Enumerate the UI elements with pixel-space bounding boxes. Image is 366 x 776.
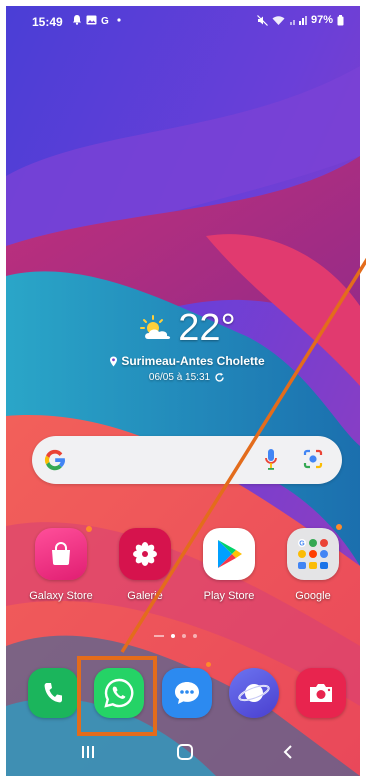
status-notification-icons: G bbox=[72, 14, 123, 25]
app-label: Galaxy Store bbox=[29, 590, 93, 602]
battery-icon bbox=[337, 14, 344, 25]
app-label: Google bbox=[295, 590, 331, 602]
status-system-icons: 97% bbox=[257, 14, 344, 26]
gallery-icon bbox=[86, 15, 97, 24]
page-dot bbox=[193, 634, 197, 638]
page-dot-active bbox=[171, 634, 175, 638]
message-icon bbox=[175, 682, 199, 704]
page-indicator-home-line bbox=[154, 635, 164, 637]
mute-icon bbox=[257, 14, 268, 26]
app-galaxy-store[interactable]: Galaxy Store bbox=[22, 528, 100, 612]
page-indicator bbox=[154, 634, 197, 638]
page-dot bbox=[182, 634, 186, 638]
svg-text:G: G bbox=[299, 541, 305, 548]
alarm-icon bbox=[73, 15, 81, 25]
signal-icon bbox=[289, 15, 307, 25]
folder-apps-grid-icon: G bbox=[298, 539, 328, 569]
status-time: 15:49 bbox=[32, 15, 63, 29]
refresh-icon[interactable] bbox=[214, 372, 225, 383]
app-icon-galaxy-store bbox=[35, 528, 87, 580]
phone-screen: 15:49 G 97% 22° Surimeau-Antes Cholette … bbox=[0, 0, 366, 776]
notification-badge bbox=[206, 662, 211, 667]
battery-percentage: 97% bbox=[310, 14, 333, 26]
svg-text:G: G bbox=[101, 16, 109, 25]
play-icon bbox=[218, 540, 242, 568]
weather-temperature: 22° bbox=[178, 307, 236, 349]
home-icon[interactable] bbox=[176, 744, 194, 760]
dock-camera-app[interactable] bbox=[296, 668, 346, 718]
app-folder-google[interactable]: G Google bbox=[274, 528, 352, 612]
google-g-icon bbox=[44, 449, 65, 471]
dot-icon bbox=[117, 17, 121, 22]
partly-sunny-icon bbox=[140, 315, 171, 339]
camera-icon bbox=[310, 684, 332, 702]
app-galerie[interactable]: Galerie bbox=[106, 528, 184, 612]
lens-icon[interactable] bbox=[302, 448, 324, 470]
wifi-icon bbox=[272, 15, 285, 25]
planet-icon bbox=[238, 684, 270, 702]
app-label: Galerie bbox=[127, 590, 163, 602]
phone-icon bbox=[44, 683, 62, 703]
microphone-icon[interactable] bbox=[264, 448, 278, 472]
weather-update-time: 06/05 à 15:31 bbox=[148, 372, 211, 383]
tutorial-highlight-box bbox=[77, 656, 157, 736]
shopping-bag-icon bbox=[52, 542, 70, 565]
location-pin-icon bbox=[110, 356, 118, 366]
weather-location: Surimeau-Antes Cholette bbox=[121, 354, 265, 368]
recents-icon[interactable] bbox=[80, 744, 96, 760]
dock-messages-app[interactable] bbox=[162, 668, 212, 718]
app-label: Play Store bbox=[203, 590, 255, 602]
status-bar: 15:49 G 97% bbox=[6, 8, 360, 34]
google-icon: G bbox=[101, 16, 109, 25]
app-play-store[interactable]: Play Store bbox=[190, 528, 268, 612]
dock-internet-app[interactable] bbox=[229, 668, 279, 718]
flower-icon bbox=[133, 542, 157, 566]
app-icon-galerie bbox=[119, 528, 171, 580]
app-icon-play-store bbox=[203, 528, 255, 580]
weather-widget[interactable]: 22° Surimeau-Antes Cholette 06/05 à 15:3… bbox=[92, 306, 282, 396]
back-icon[interactable] bbox=[280, 744, 296, 760]
folder-icon: G bbox=[287, 528, 339, 580]
notification-badge bbox=[86, 526, 92, 532]
dock-phone-app[interactable] bbox=[28, 668, 78, 718]
google-search-bar[interactable] bbox=[32, 436, 342, 484]
notification-badge bbox=[336, 524, 342, 530]
